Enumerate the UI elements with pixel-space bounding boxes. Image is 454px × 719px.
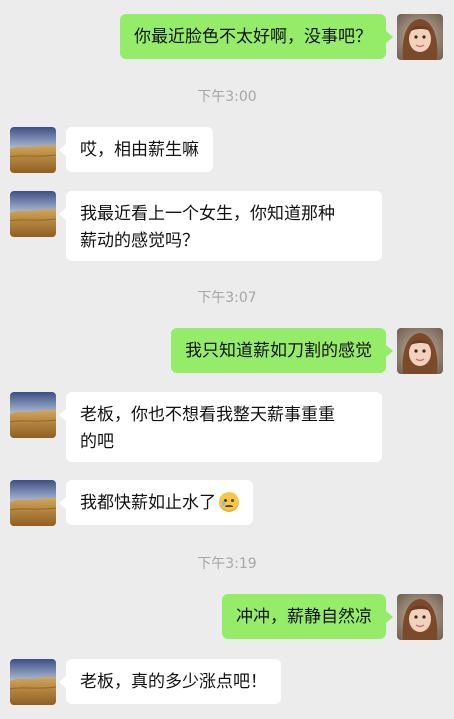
message-bubble-outgoing[interactable]: 冲冲，薪静自然凉 xyxy=(222,594,393,639)
timestamp: 下午3:19 xyxy=(197,556,257,572)
desert-landscape-avatar[interactable] xyxy=(10,659,56,705)
message-bubble-incoming[interactable]: 老板，真的多少涨点吧！ xyxy=(59,659,281,704)
timestamp: 下午3:07 xyxy=(197,290,257,306)
message-bubble-incoming[interactable]: 我都快薪如止水了 xyxy=(59,480,253,525)
message-bubble-outgoing[interactable]: 你最近脸色不太好啊，没事吧？ xyxy=(120,14,393,59)
girl-portrait-avatar[interactable] xyxy=(397,328,443,374)
desert-landscape-avatar[interactable] xyxy=(10,480,56,526)
message-bubble-incoming[interactable]: 我最近看上一个女生，你知道那种 薪动的感觉吗？ xyxy=(59,191,382,261)
desert-landscape-avatar[interactable] xyxy=(10,392,56,438)
desert-landscape-avatar[interactable] xyxy=(10,191,56,237)
desert-landscape-avatar[interactable] xyxy=(10,127,56,173)
girl-portrait-avatar[interactable] xyxy=(397,14,443,60)
timestamp: 下午3:00 xyxy=(197,89,257,105)
message-text: 我都快薪如止水了 xyxy=(80,493,216,513)
message-bubble-outgoing[interactable]: 我只知道薪如刀割的感觉 xyxy=(171,328,393,373)
girl-portrait-avatar[interactable] xyxy=(397,594,443,640)
chat-window: 你最近脸色不太好啊，没事吧？ 下午3:00 哎，相由薪生嘛 我最近看上一个女生，… xyxy=(0,0,454,719)
message-bubble-incoming[interactable]: 哎，相由薪生嘛 xyxy=(59,127,213,172)
sad-tear-emoji-icon xyxy=(219,492,239,512)
message-bubble-incoming[interactable]: 老板，你也不想看我整天薪事重重 的吧 xyxy=(59,392,382,462)
